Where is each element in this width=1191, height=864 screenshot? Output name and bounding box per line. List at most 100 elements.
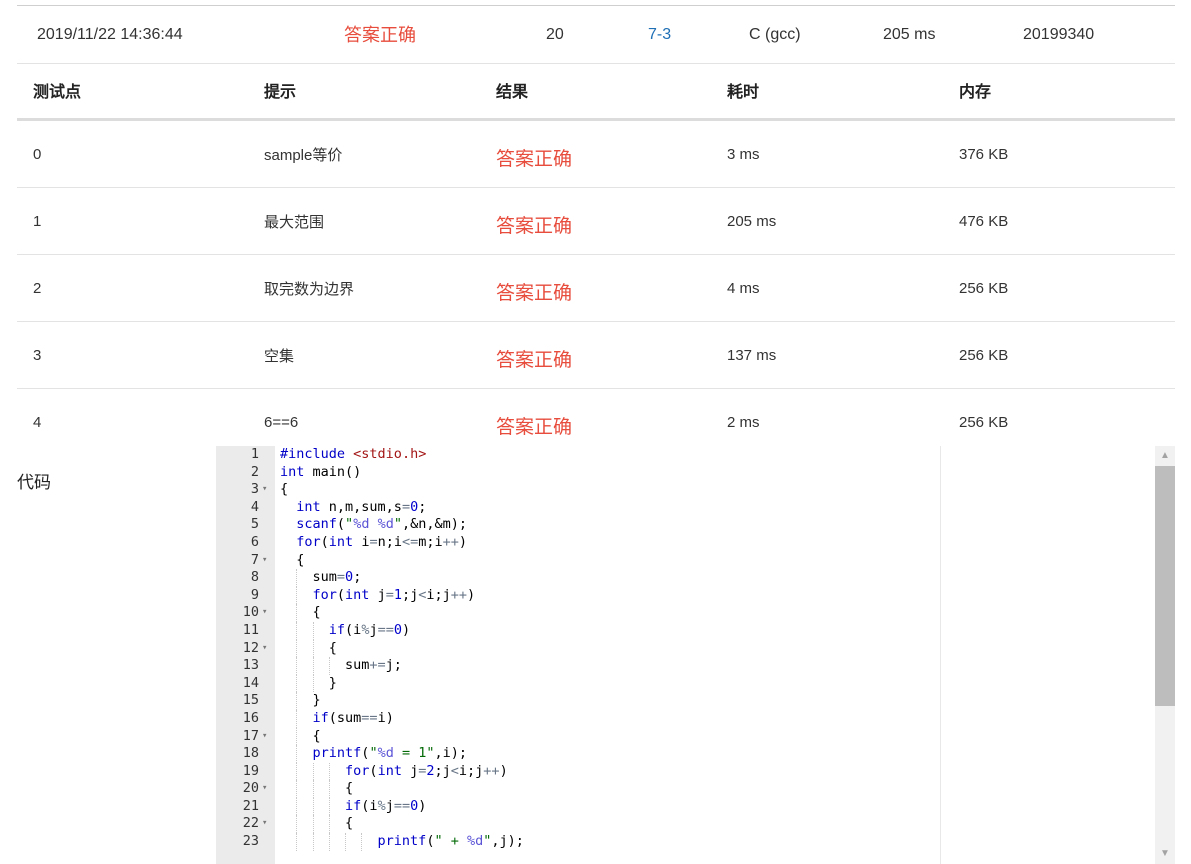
code-line: 5 scanf("%d %d",&n,&m); <box>216 516 1175 534</box>
code-line: 9 for(int j=1;j<i;j++) <box>216 586 1175 605</box>
code-text: if(i%j==0) <box>328 621 411 638</box>
test-hint: 取完数为边界 <box>248 254 480 322</box>
line-number: 5 <box>250 516 259 533</box>
test-case-table: 测试点 提示 结果 耗时 内存 0 sample等价 答案正确 3 ms 376… <box>17 62 1175 455</box>
code-text: sum=0; <box>280 569 362 586</box>
test-id: 1 <box>17 187 248 255</box>
line-number: 23 <box>242 833 259 850</box>
header-test-point: 测试点 <box>17 62 248 121</box>
line-number: 10 <box>242 604 259 621</box>
fold-toggle-icon[interactable]: ▾ <box>262 552 267 570</box>
test-memory: 256 KB <box>943 321 1175 389</box>
line-number: 9 <box>250 586 259 603</box>
test-result: 答案正确 <box>480 321 711 389</box>
line-number: 14 <box>242 674 259 691</box>
line-number: 7 <box>250 551 259 568</box>
header-hint: 提示 <box>248 62 480 121</box>
test-memory: 476 KB <box>943 187 1175 255</box>
fold-toggle-icon[interactable]: ▾ <box>262 640 267 658</box>
table-header-row: 测试点 提示 结果 耗时 内存 <box>17 62 1175 121</box>
code-line: 14 } <box>216 674 1175 693</box>
code-text: } <box>280 692 321 709</box>
line-number: 11 <box>242 621 259 638</box>
line-number: 17 <box>242 727 259 744</box>
code-text: if(i%j==0) <box>345 797 427 814</box>
code-line: 16 if(sum==i) <box>216 709 1175 728</box>
test-result: 答案正确 <box>480 119 711 188</box>
line-number: 3 <box>250 481 259 498</box>
fold-toggle-icon[interactable]: ▾ <box>262 815 267 833</box>
code-line: 4 int n,m,sum,s=0; <box>216 499 1175 517</box>
header-result: 结果 <box>480 62 711 121</box>
fold-toggle-icon[interactable]: ▾ <box>262 481 267 499</box>
line-number: 19 <box>242 762 259 779</box>
code-line: 20 ▾ { <box>216 780 1175 798</box>
line-number: 15 <box>242 692 259 709</box>
scrollbar-thumb[interactable] <box>1155 466 1175 706</box>
code-line: 23 printf(" + %d",j); <box>216 833 1175 851</box>
code-line: 1 #include <stdio.h> <box>216 446 1175 464</box>
submission-summary-row: 2019/11/22 14:36:44 答案正确 20 7-3 C (gcc) … <box>17 5 1175 64</box>
code-line: 17 ▾ { <box>216 727 1175 746</box>
header-time: 耗时 <box>711 62 943 121</box>
line-number: 6 <box>250 533 259 550</box>
submission-status: 答案正确 <box>344 25 416 45</box>
line-number: 8 <box>250 569 259 586</box>
submission-user: 20199340 <box>1023 26 1095 43</box>
line-number: 12 <box>242 639 259 656</box>
test-hint: 空集 <box>248 321 480 389</box>
code-line: 3 ▾ { <box>216 481 1175 499</box>
chevron-down-icon[interactable]: ▼ <box>1155 844 1175 864</box>
line-number: 18 <box>242 745 259 762</box>
fold-toggle-icon[interactable]: ▾ <box>262 728 267 746</box>
code-text: { <box>280 780 354 797</box>
line-number: 1 <box>250 446 259 462</box>
test-hint: sample等价 <box>248 119 480 188</box>
test-result: 答案正确 <box>480 254 711 322</box>
code-line: 10 ▾ { <box>216 604 1175 622</box>
line-number: 4 <box>250 498 259 515</box>
chevron-up-icon[interactable]: ▲ <box>1155 446 1175 466</box>
code-text: if(sum==i) <box>312 709 394 726</box>
test-id: 2 <box>17 254 248 322</box>
submission-time: 2019/11/22 14:36:44 <box>37 26 183 43</box>
line-number: 22 <box>242 815 259 832</box>
table-row: 0 sample等价 答案正确 3 ms 376 KB <box>17 119 1175 188</box>
code-text: { <box>280 727 321 744</box>
code-line: 11 if(i%j==0) <box>216 621 1175 640</box>
test-id: 4 <box>33 413 42 431</box>
code-text: printf(" + %d",j); <box>377 833 524 850</box>
code-text: #include <stdio.h> <box>280 446 427 462</box>
test-time: 137 ms <box>711 321 943 389</box>
code-text: { <box>280 481 289 498</box>
code-text: sum+=j; <box>280 657 402 674</box>
code-section-label: 代码 <box>17 473 51 492</box>
code-line: 18 printf("%d = 1",i); <box>216 745 1175 763</box>
code-line: 13 sum+=j; <box>216 657 1175 675</box>
table-row: 3 空集 答案正确 137 ms 256 KB <box>17 321 1175 389</box>
code-text: int main() <box>280 463 362 480</box>
code-line: 12 ▾ { <box>216 639 1175 658</box>
test-hint: 最大范围 <box>248 187 480 255</box>
code-lines: 1 #include <stdio.h> 2 int main() 3 ▾{4 int n… <box>216 446 1175 851</box>
problem-link[interactable]: 7-3 <box>648 25 671 45</box>
line-number: 20 <box>242 780 259 797</box>
table-row: 2 取完数为边界 答案正确 4 ms 256 KB <box>17 254 1175 322</box>
code-line: 8 sum=0; <box>216 569 1175 587</box>
submission-duration: 205 ms <box>883 26 936 43</box>
line-number: 21 <box>242 797 259 814</box>
fold-toggle-icon[interactable]: ▾ <box>262 780 267 798</box>
test-id: 0 <box>17 119 248 188</box>
code-text: for(int i=n;i<=m;i++) <box>296 533 468 550</box>
line-number: 16 <box>242 709 259 726</box>
code-text: scanf("%d %d",&n,&m); <box>296 516 468 533</box>
editor-scrollbar[interactable]: ▲ ▼ <box>1155 446 1175 864</box>
code-text: for(int j=1;j<i;j++) <box>312 586 476 603</box>
code-editor[interactable]: 1 #include <stdio.h> 2 int main() 3 ▾{4 int n… <box>216 446 1175 864</box>
submission-compiler: C (gcc) <box>749 26 801 43</box>
submission-score: 20 <box>546 26 564 43</box>
code-line: 7 ▾ { <box>216 552 1175 570</box>
code-line: 6 for(int i=n;i<=m;i++) <box>216 534 1175 552</box>
code-text: { <box>280 639 337 656</box>
fold-toggle-icon[interactable]: ▾ <box>262 604 267 622</box>
